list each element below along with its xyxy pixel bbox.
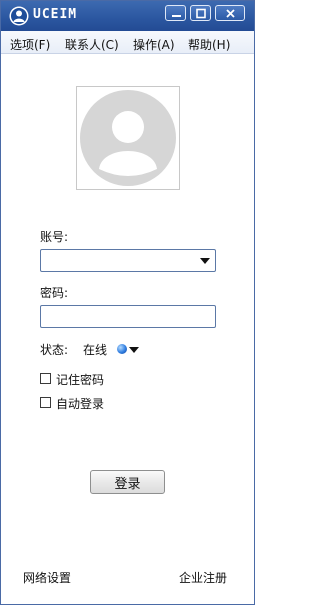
auto-login-label[interactable]: 自动登录 (56, 395, 104, 412)
maximize-icon (196, 8, 206, 19)
menu-options[interactable]: 选项(F) (10, 36, 50, 53)
password-label: 密码: (40, 286, 69, 300)
menu-contacts[interactable]: 联系人(C) (65, 36, 119, 53)
close-button[interactable] (215, 5, 245, 21)
login-window: UCEIM 选项(F) 联系人(C) 操作(A) 帮助(H) 账号: 密码: 状… (0, 0, 255, 605)
remember-password-checkbox[interactable] (40, 373, 51, 384)
remember-password-label[interactable]: 记住密码 (56, 371, 104, 388)
menu-help[interactable]: 帮助(H) (188, 36, 230, 53)
account-combobox[interactable] (40, 249, 216, 272)
menu-bar: 选项(F) 联系人(C) 操作(A) 帮助(H) (1, 31, 254, 54)
login-button[interactable]: 登录 (90, 470, 165, 494)
password-field[interactable] (40, 305, 216, 328)
online-status-icon[interactable] (117, 344, 127, 354)
menu-actions[interactable]: 操作(A) (133, 36, 175, 53)
status-dropdown-icon[interactable] (129, 347, 139, 353)
avatar (76, 86, 180, 190)
network-settings-link[interactable]: 网络设置 (23, 569, 71, 586)
account-input[interactable] (45, 251, 199, 272)
app-logo-icon (9, 6, 29, 26)
close-icon (226, 9, 235, 18)
account-label: 账号: (40, 230, 69, 244)
title-bar[interactable]: UCEIM (1, 1, 254, 31)
password-input[interactable] (45, 307, 199, 328)
minimize-icon (172, 15, 181, 17)
user-avatar-icon (80, 90, 176, 186)
app-title: UCEIM (33, 7, 78, 22)
maximize-button[interactable] (190, 5, 211, 21)
enterprise-register-link[interactable]: 企业注册 (179, 569, 227, 586)
status-value[interactable]: 在线 (83, 341, 107, 358)
auto-login-checkbox[interactable] (40, 397, 51, 408)
dropdown-arrow-icon[interactable] (200, 258, 210, 264)
minimize-button[interactable] (165, 5, 186, 21)
status-label: 状态: (40, 343, 69, 357)
